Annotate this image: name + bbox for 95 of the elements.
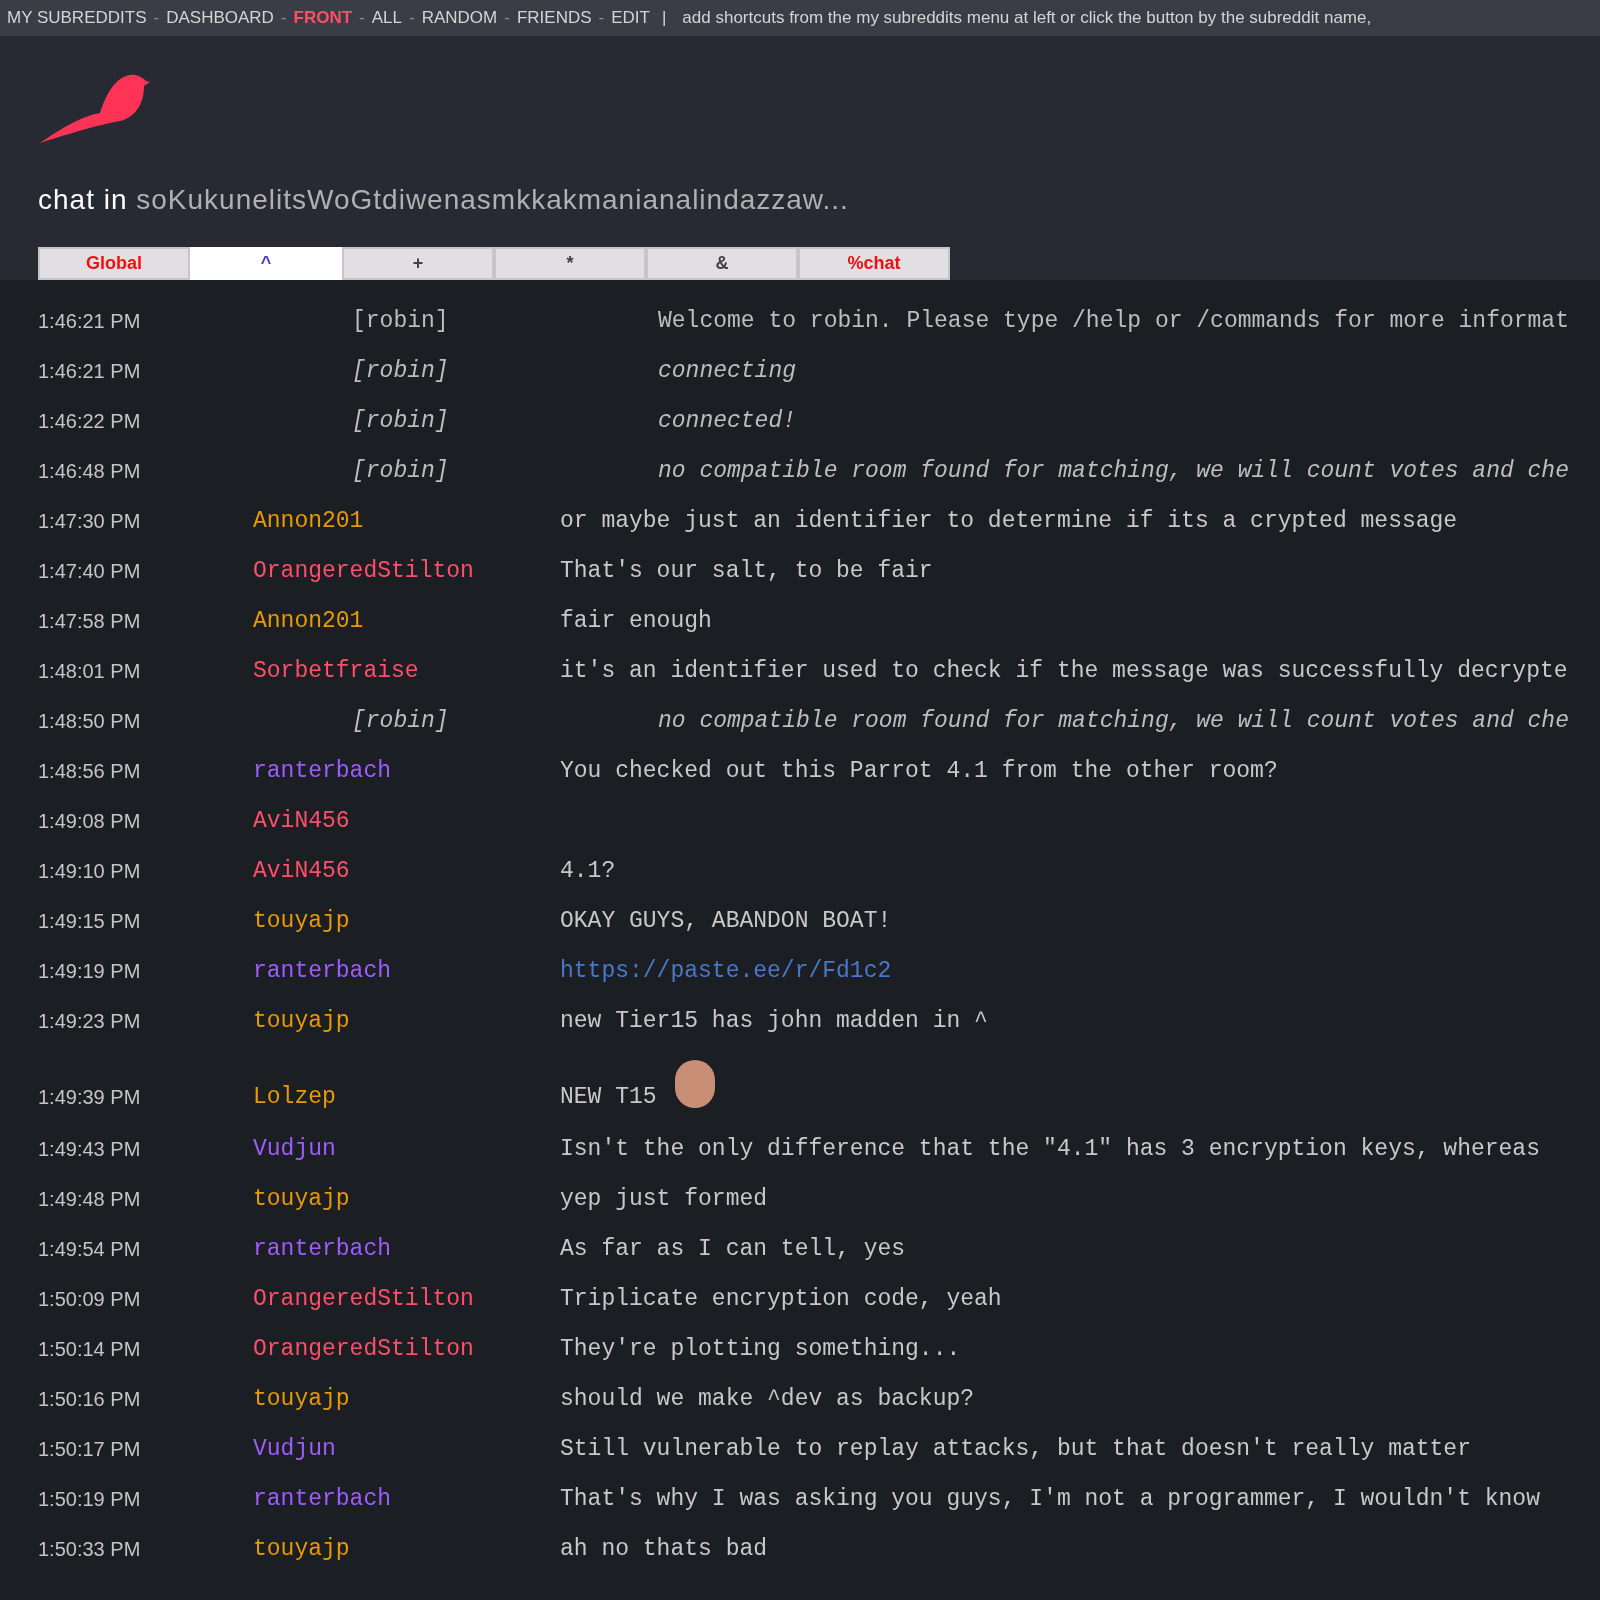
username[interactable]: Vudjun	[253, 1131, 560, 1167]
timestamp: 1:50:14 PM	[37, 1337, 142, 1362]
timestamp: 1:47:40 PM	[37, 559, 142, 584]
timestamp: 1:49:08 PM	[37, 809, 142, 834]
nav-link[interactable]: ALL	[371, 5, 402, 31]
message-text: no compatible room found for matching, we will count votes and che	[658, 456, 1569, 486]
hint-text: add shortcuts from the my subreddits menu at left or click the button by the subreddit name,	[682, 7, 1372, 30]
separator: -	[409, 7, 415, 30]
timestamp: 1:49:39 PM	[37, 1085, 142, 1110]
nav-link[interactable]: DASHBOARD	[166, 5, 274, 31]
nav-link[interactable]: RANDOM	[421, 5, 498, 31]
username[interactable]: Annon201	[253, 503, 560, 539]
chat-tab[interactable]: &	[646, 247, 798, 280]
username[interactable]: ranterbach	[253, 1481, 560, 1517]
timestamp: 1:46:48 PM	[37, 459, 142, 484]
username[interactable]: ranterbach	[253, 753, 560, 789]
message-text: You checked out this Parrot 4.1 from the other room?	[560, 756, 1278, 786]
chat-tab[interactable]: *	[494, 247, 646, 280]
message-text: Triplicate encryption code, yeah	[560, 1284, 1002, 1314]
username[interactable]: Vudjun	[253, 1431, 560, 1467]
username[interactable]: OrangeredStilton	[253, 553, 560, 589]
separator: -	[504, 7, 510, 30]
message-text: NEW T15	[560, 1082, 657, 1112]
message-text: connecting	[658, 356, 797, 386]
username[interactable]: touyajp	[253, 1381, 560, 1417]
timestamp: 1:47:58 PM	[37, 609, 142, 634]
nav-link[interactable]: EDIT	[611, 5, 650, 31]
timestamp: 1:49:10 PM	[37, 859, 142, 884]
message-text: it's an identifier used to check if the message was successfully decrypte	[560, 656, 1568, 686]
divider: |	[661, 7, 667, 30]
message-text: new Tier15 has john madden in ^	[560, 1006, 988, 1036]
chat-tab[interactable]: ^	[190, 247, 342, 280]
header-prefix: chat in	[38, 184, 128, 215]
separator: -	[359, 7, 365, 30]
timestamp: 1:50:16 PM	[37, 1387, 142, 1412]
message-text: no compatible room found for matching, we will count votes and che	[658, 706, 1569, 736]
username: [robin]	[352, 356, 450, 386]
message-text: ah no thats bad	[560, 1534, 768, 1564]
timestamp: 1:49:48 PM	[37, 1187, 142, 1212]
username[interactable]: Lolzep	[253, 1079, 560, 1115]
message-text: That's our salt, to be fair	[560, 556, 933, 586]
timestamp: 1:46:21 PM	[37, 359, 142, 384]
nav-link[interactable]: FRIENDS	[516, 5, 592, 31]
username: [robin]	[352, 456, 450, 486]
username[interactable]: AviN456	[253, 853, 560, 889]
room-name: soKukunelitsWoGtdiwenasmkkakmanianalindazzaw...	[136, 184, 849, 215]
message-link[interactable]: https://paste.ee/r/Fd1c2	[560, 953, 892, 989]
message-text: As far as I can tell, yes	[560, 1234, 906, 1264]
message-text: fair enough	[560, 606, 712, 636]
timestamp: 1:50:19 PM	[37, 1487, 142, 1512]
message-text: They're plotting something...	[560, 1334, 961, 1364]
username: [robin]	[352, 406, 450, 436]
message-text: Isn't the only difference that the "4.1" has 3 encryption keys, whereas	[560, 1134, 1540, 1164]
timestamp: 1:49:19 PM	[37, 959, 142, 984]
username[interactable]: Sorbetfraise	[253, 653, 560, 689]
nav-link[interactable]: MY SUBREDDITS	[7, 5, 147, 31]
timestamp: 1:48:56 PM	[37, 759, 142, 784]
timestamp: 1:49:15 PM	[37, 909, 142, 934]
timestamp: 1:48:01 PM	[37, 659, 142, 684]
message-text: connected!	[658, 406, 797, 436]
separator: -	[598, 7, 605, 30]
username[interactable]: Annon201	[253, 603, 560, 639]
message-text: OKAY GUYS, ABANDON BOAT!	[560, 906, 892, 936]
timestamp: 1:49:54 PM	[37, 1237, 142, 1262]
message-text: That's why I was asking you guys, I'm not a programmer, I wouldn't know	[560, 1484, 1540, 1514]
message-text: Still vulnerable to replay attacks, but that doesn't really matter	[560, 1434, 1471, 1464]
chat-tab[interactable]: +	[342, 247, 494, 280]
timestamp: 1:47:30 PM	[37, 509, 142, 534]
username[interactable]: OrangeredStilton	[253, 1281, 560, 1317]
message-text: yep just formed	[560, 1184, 768, 1214]
username[interactable]: AviN456	[253, 803, 560, 839]
timestamp: 1:50:09 PM	[37, 1287, 142, 1312]
timestamp: 1:48:50 PM	[37, 709, 142, 734]
message-text: or maybe just an identifier to determine if its a crypted message	[560, 506, 1458, 536]
username: [robin]	[352, 706, 450, 736]
message-text: 4.1?	[560, 856, 616, 886]
bird-logo-icon	[38, 73, 150, 143]
separator: -	[280, 7, 287, 30]
username: [robin]	[352, 306, 450, 336]
timestamp: 1:50:33 PM	[37, 1537, 142, 1562]
message-text: Welcome to robin. Please type /help or /commands for more informat	[658, 306, 1569, 336]
username[interactable]: touyajp	[253, 1181, 560, 1217]
timestamp: 1:46:22 PM	[37, 409, 142, 434]
timestamp: 1:49:43 PM	[37, 1137, 142, 1162]
timestamp: 1:50:17 PM	[37, 1437, 142, 1462]
separator: -	[153, 7, 160, 30]
username[interactable]: ranterbach	[253, 1231, 560, 1267]
username[interactable]: touyajp	[253, 903, 560, 939]
timestamp: 1:49:23 PM	[37, 1009, 142, 1034]
username[interactable]: touyajp	[253, 1003, 560, 1039]
message-text: should we make ^dev as backup?	[560, 1384, 975, 1414]
timestamp: 1:46:21 PM	[37, 309, 142, 334]
username[interactable]: OrangeredStilton	[253, 1331, 560, 1367]
username[interactable]: ranterbach	[253, 953, 560, 989]
username[interactable]: touyajp	[253, 1531, 560, 1567]
